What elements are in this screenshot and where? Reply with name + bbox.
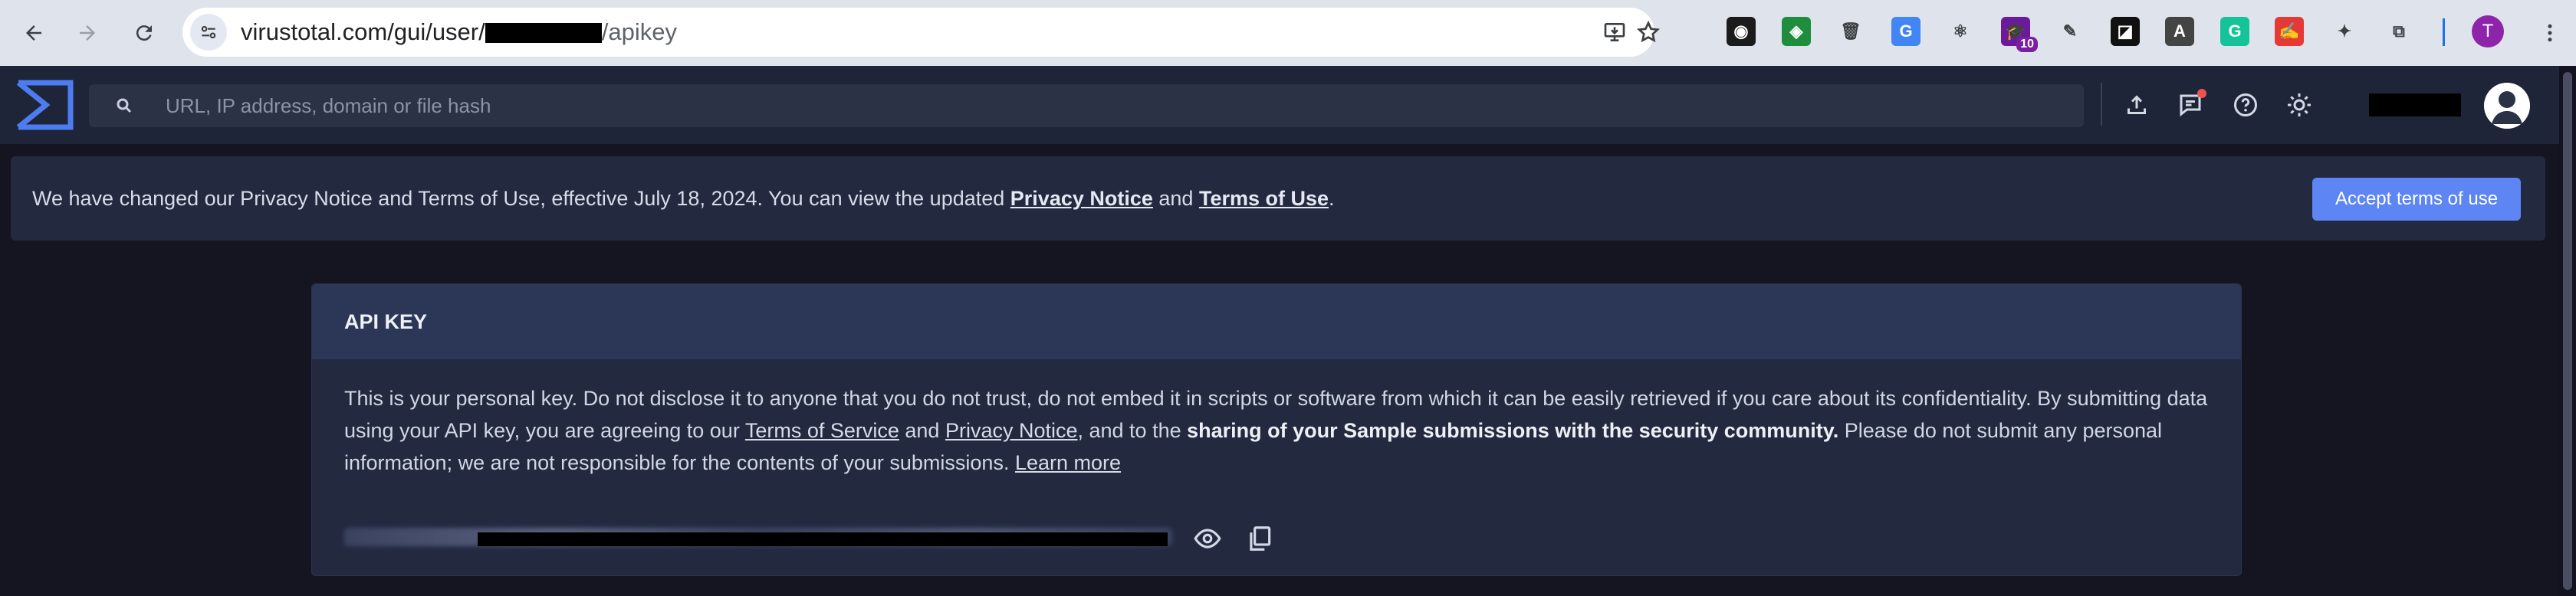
color-picker-extension-icon[interactable]: ◉ [1727, 17, 1756, 46]
accept-terms-button[interactable]: Accept terms of use [2312, 178, 2521, 221]
bookmark-star-icon[interactable] [1631, 15, 1665, 49]
edit-extension-icon[interactable]: ✎ [2055, 17, 2085, 46]
forward-arrow-icon [80, 25, 95, 41]
translate-extension-icon[interactable]: G [1891, 17, 1921, 46]
side-panel-icon[interactable]: ⧉ [2384, 17, 2413, 46]
notion-extension-icon[interactable]: ◪ [2111, 17, 2140, 46]
reload-button[interactable] [126, 15, 163, 51]
reload-icon [136, 25, 152, 41]
virustotal-logo-icon[interactable] [15, 80, 74, 130]
theme-toggle-button[interactable] [2283, 89, 2315, 121]
user-avatar[interactable] [2484, 83, 2530, 129]
card-header: API KEY [312, 284, 2241, 359]
address-bar[interactable]: virustotal.com/gui/user//apikey [182, 8, 1661, 57]
scrollbar-thumb[interactable] [2563, 72, 2572, 590]
notifications-button[interactable] [2174, 89, 2206, 121]
graduation-cap-extension-icon[interactable]: 🎓 10 [2001, 17, 2038, 52]
api-key-redaction [478, 532, 1168, 546]
privacy-banner: We have changed our Privacy Notice and T… [11, 156, 2545, 241]
browser-menu-button[interactable] [2532, 15, 2568, 51]
privacy-notice-link[interactable]: Privacy Notice [1010, 187, 1153, 210]
privacy-notice-link-2[interactable]: Privacy Notice [945, 419, 1078, 442]
pdf-extension-icon[interactable]: ✍ [2275, 17, 2304, 46]
api-key-description: This is your personal key. Do not disclo… [344, 387, 2208, 474]
upload-icon [2128, 95, 2146, 114]
help-button[interactable] [2229, 89, 2262, 121]
show-key-button[interactable] [1191, 522, 1224, 555]
api-key-card: API KEY This is your personal key. Do no… [311, 283, 2242, 576]
terms-of-service-link[interactable]: Terms of Service [745, 419, 899, 442]
terms-of-use-link[interactable]: Terms of Use [1199, 187, 1329, 210]
site-info-icon[interactable] [190, 14, 227, 51]
install-app-icon[interactable] [1598, 15, 1631, 49]
toolbar-divider [2443, 18, 2445, 46]
kebab-menu-icon [2548, 24, 2552, 42]
puzzle-extensions-icon[interactable]: ✦ [2330, 17, 2359, 46]
grammarly-extension-icon[interactable]: G [2220, 17, 2249, 46]
learn-more-link[interactable]: Learn more [1015, 451, 1121, 474]
forward-button[interactable] [69, 15, 106, 51]
help-icon [2234, 93, 2257, 116]
back-arrow-icon [26, 25, 41, 41]
search-placeholder: URL, IP address, domain or file hash [166, 94, 491, 117]
shield-extension-icon[interactable]: ◈ [1782, 17, 1811, 46]
header-divider [2101, 83, 2102, 126]
browser-toolbar: virustotal.com/gui/user//apikey ◉ ◈ 🗑 G ⚛ 🎓 10… [0, 0, 2576, 66]
notification-dot [2197, 89, 2206, 98]
vt-header: URL, IP address, domain or file hash [0, 66, 2559, 144]
search-icon [117, 98, 132, 113]
url-text: virustotal.com/gui/user//apikey [241, 18, 677, 45]
redacted-user-name[interactable] [2369, 93, 2461, 116]
copy-icon [1250, 526, 1271, 551]
upload-button[interactable] [2121, 89, 2153, 121]
avatar-silhouette-icon [2484, 83, 2530, 129]
profile-avatar[interactable]: T [2472, 15, 2504, 47]
copy-key-button[interactable] [1243, 522, 1276, 555]
redacted-username [485, 23, 602, 43]
extension-badge-count: 10 [2016, 37, 2038, 52]
search-input[interactable]: URL, IP address, domain or file hash [89, 84, 2084, 127]
font-extension-icon[interactable]: A [2165, 17, 2194, 46]
back-button[interactable] [15, 15, 52, 51]
sun-icon [2288, 93, 2311, 116]
react-extension-icon[interactable]: ⚛ [1946, 17, 1975, 46]
eye-icon [1194, 529, 1221, 549]
card-title: API KEY [344, 310, 428, 333]
trash-extension-icon[interactable]: 🗑 [1836, 17, 1865, 46]
banner-message: We have changed our Privacy Notice and T… [32, 187, 1335, 210]
